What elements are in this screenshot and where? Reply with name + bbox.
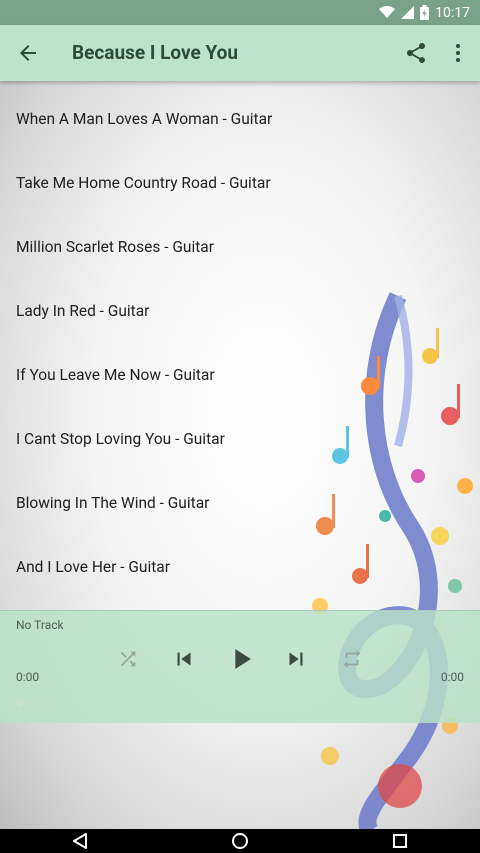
track-title: I Cant Stop Loving You - Guitar: [16, 430, 225, 448]
player-panel: No Track 0:00 0:00: [0, 610, 480, 723]
track-title: Million Scarlet Roses - Guitar: [16, 238, 214, 256]
track-list: When A Man Loves A Woman - Guitar Take M…: [0, 87, 480, 599]
back-arrow-icon[interactable]: [16, 41, 40, 65]
more-vert-icon[interactable]: [446, 41, 470, 65]
system-nav-bar: [0, 829, 480, 853]
skip-previous-icon[interactable]: [170, 644, 198, 674]
track-title: And I Love Her - Guitar: [16, 558, 170, 576]
page-title: Because I Love You: [72, 41, 238, 64]
now-playing-label: No Track: [16, 618, 64, 632]
list-item[interactable]: Take Me Home Country Road - Guitar: [0, 151, 480, 215]
home-nav-icon[interactable]: [228, 831, 252, 851]
list-item[interactable]: Lady In Red - Guitar: [0, 279, 480, 343]
wifi-icon: [379, 6, 396, 19]
list-item[interactable]: If You Leave Me Now - Guitar: [0, 343, 480, 407]
play-icon[interactable]: [224, 644, 258, 674]
share-icon[interactable]: [404, 41, 428, 65]
repeat-icon[interactable]: [340, 644, 364, 674]
list-item[interactable]: I Cant Stop Loving You - Guitar: [0, 407, 480, 471]
track-title: Take Me Home Country Road - Guitar: [16, 174, 271, 192]
list-item[interactable]: When A Man Loves A Woman - Guitar: [0, 87, 480, 151]
app-bar: Because I Love You: [0, 25, 480, 81]
elapsed-time: 0:00: [16, 670, 40, 684]
seek-bar-thumb[interactable]: [16, 699, 24, 707]
track-title: If You Leave Me Now - Guitar: [16, 366, 215, 384]
recents-nav-icon[interactable]: [388, 831, 412, 851]
duration-time: 0:00: [440, 670, 464, 684]
list-item[interactable]: Blowing In The Wind - Guitar: [0, 471, 480, 535]
clock: 10:17: [435, 4, 470, 21]
status-bar: 10:17: [0, 0, 480, 25]
signal-icon: [401, 6, 415, 19]
content-area: When A Man Loves A Woman - Guitar Take M…: [0, 81, 480, 829]
shuffle-icon[interactable]: [116, 644, 140, 674]
list-item[interactable]: And I Love Her - Guitar: [0, 535, 480, 599]
track-title: Blowing In The Wind - Guitar: [16, 494, 210, 512]
battery-icon: [420, 5, 430, 20]
track-title: When A Man Loves A Woman - Guitar: [16, 110, 273, 128]
back-nav-icon[interactable]: [68, 831, 92, 851]
list-item[interactable]: Million Scarlet Roses - Guitar: [0, 215, 480, 279]
track-title: Lady In Red - Guitar: [16, 302, 150, 320]
skip-next-icon[interactable]: [282, 644, 310, 674]
